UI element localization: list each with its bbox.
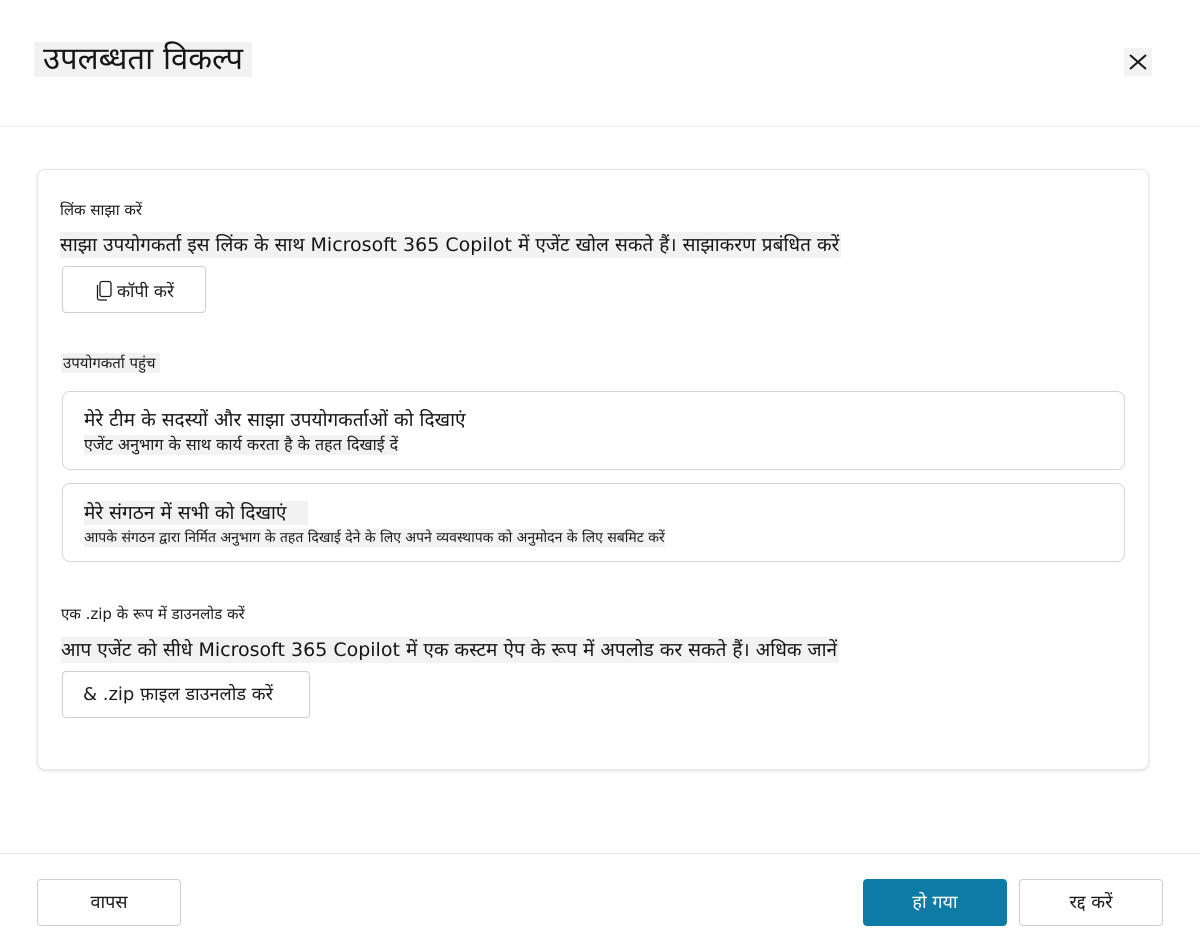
close-button[interactable] (1124, 48, 1152, 76)
back-button-label: वापस (90, 892, 128, 913)
copy-link-button[interactable]: कॉपी करें (62, 266, 206, 313)
cancel-button-label: रद्द करें (1069, 892, 1113, 913)
download-zip-description: आप एजेंट को सीधे Microsoft 365 Copilot म… (61, 637, 840, 663)
download-zip-label: एक .zip के रूप में डाउनलोड करें (61, 605, 245, 623)
option-entire-organization[interactable]: मेरे संगठन में सभी को दिखाएं आपके संगठन … (62, 483, 1125, 562)
options-card: लिंक साझा करें साझा उपयोगकर्ता इस लिंक क… (37, 169, 1149, 770)
done-button-label: हो गया (912, 892, 958, 913)
option-subtitle: आपके संगठन द्वारा निर्मित अनुभाग के तहत … (84, 529, 665, 547)
share-link-label: लिंक साझा करें (60, 201, 143, 219)
dialog-title: उपलब्धता विकल्प (34, 42, 252, 77)
option-subtitle: एजेंट अनुभाग के साथ कार्य करता है के तहत… (84, 435, 399, 455)
option-title: मेरे संगठन में सभी को दिखाएं (84, 501, 309, 525)
option-title: मेरे टीम के सदस्यों और साझा उपयोगकर्ताओं… (84, 409, 466, 431)
download-button-label: & .zip फ़ाइल डाउनलोड करें (83, 684, 273, 705)
done-button[interactable]: हो गया (863, 879, 1007, 926)
close-icon (1129, 54, 1147, 70)
dialog-footer: वापस हो गया रद्द करें (0, 853, 1200, 950)
option-team-and-shared-users[interactable]: मेरे टीम के सदस्यों और साझा उपयोगकर्ताओं… (62, 391, 1125, 470)
copy-button-label: कॉपी करें (117, 282, 174, 302)
user-access-label: उपयोगकर्ता पहुंच (61, 353, 160, 373)
cancel-button[interactable]: रद्द करें (1019, 879, 1163, 926)
availability-options-dialog: उपलब्धता विकल्प लिंक साझा करें साझा उपयो… (0, 0, 1200, 950)
dialog-header: उपलब्धता विकल्प (0, 0, 1200, 127)
share-link-description: साझा उपयोगकर्ता इस लिंक के साथ Microsoft… (60, 232, 842, 258)
download-zip-button[interactable]: & .zip फ़ाइल डाउनलोड करें (62, 671, 310, 718)
copy-icon (96, 280, 112, 301)
back-button[interactable]: वापस (37, 879, 181, 926)
